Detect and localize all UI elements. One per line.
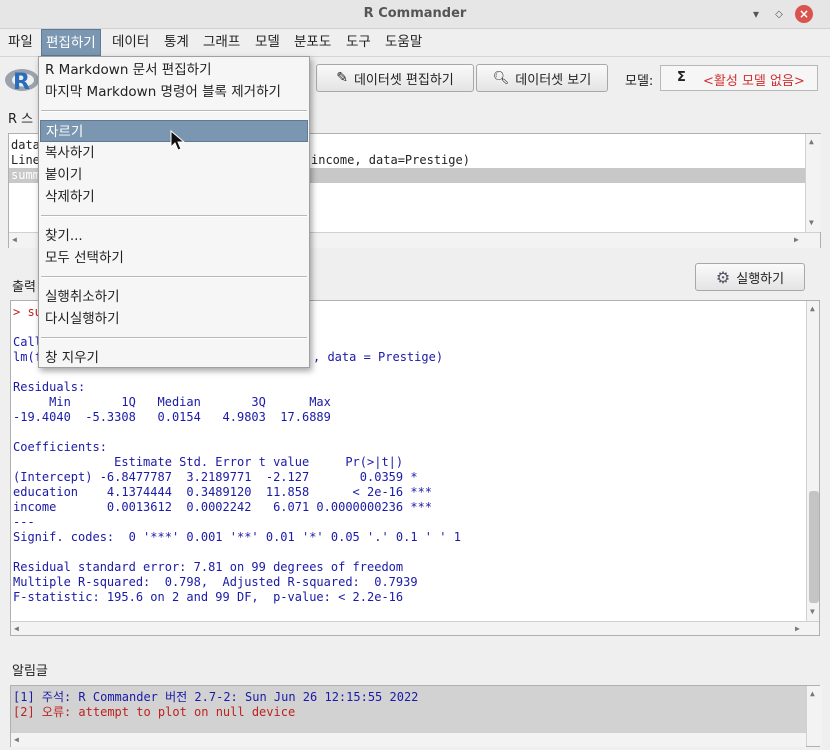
edit-dataset-label: 데이터셋 편집하기 — [353, 72, 454, 88]
menu-item-paste[interactable]: 붙이기 — [40, 164, 308, 186]
script-line-3: summ — [11, 168, 40, 182]
window-title: R Commander — [363, 6, 467, 21]
close-icon[interactable]: × — [795, 5, 813, 23]
scroll-right-icon[interactable]: ▶ — [795, 624, 800, 633]
menu-separator — [41, 110, 307, 112]
minimize-icon[interactable]: ▾ — [747, 5, 765, 23]
scroll-up-icon[interactable]: ▲ — [810, 689, 815, 698]
output-line: -19.4040 -5.3308 0.0154 4.9803 17.6889 — [13, 410, 339, 424]
output-line: Estimate Std. Error t value Pr(>|t|) — [13, 455, 433, 469]
menu-item-redo[interactable]: 다시실행하기 — [40, 308, 308, 330]
scroll-right-icon[interactable]: ▶ — [794, 235, 799, 244]
scroll-left-icon[interactable]: ◀ — [14, 735, 19, 744]
error-line: [2] 오류: attempt to plot on null device — [13, 705, 296, 719]
output-line: Coefficients: — [13, 440, 107, 454]
output-line: --- — [13, 515, 35, 529]
output-vertical-scrollbar[interactable]: ▲ ▼ — [806, 301, 819, 621]
scroll-up-icon[interactable]: ▲ — [810, 304, 815, 313]
output-scroll-thumb[interactable] — [809, 491, 819, 603]
menu-tools[interactable]: 도구 — [342, 29, 375, 56]
output-line: Min 1Q Median 3Q Max — [13, 395, 339, 409]
magnifier-icon: 🔍︎ — [492, 70, 510, 86]
mouse-cursor-icon — [170, 130, 186, 151]
menu-data[interactable]: 데이터 — [108, 29, 153, 56]
scroll-left-icon[interactable]: ◀ — [12, 235, 17, 244]
menu-item-clear-window[interactable]: 창 지우기 — [40, 347, 308, 369]
r-logo-icon: R — [5, 69, 39, 94]
script-line-2-tail: income, data=Prestige) — [311, 153, 470, 167]
view-dataset-label: 데이터셋 보기 — [515, 72, 592, 88]
output-call-tail: , data = Prestige) — [313, 350, 444, 364]
scroll-down-icon[interactable]: ▼ — [810, 607, 815, 616]
menu-file[interactable]: 파일 — [4, 29, 37, 56]
output-horizontal-scrollbar[interactable]: ◀ ▶ — [11, 621, 819, 635]
notices-horizontal-scrollbar[interactable]: ◀ — [11, 732, 806, 747]
output-line: (Intercept) -6.8477787 3.2189771 -2.127 … — [13, 470, 433, 484]
sigma-icon: Σ — [677, 70, 686, 85]
scroll-up-icon[interactable]: ▲ — [809, 137, 814, 146]
output-line: Multiple R-squared: 0.798, Adjusted R-sq… — [13, 575, 425, 589]
script-line-1: data — [11, 138, 40, 152]
notices-vertical-scrollbar[interactable]: ▲ — [806, 686, 822, 746]
menu-help[interactable]: 도움말 — [381, 29, 426, 56]
menu-statistics[interactable]: 통계 — [160, 29, 193, 56]
script-label: R 스 — [8, 112, 34, 127]
menu-bar: 파일 편집하기 데이터 통계 그래프 모델 분포도 도구 도움말 — [0, 29, 830, 57]
menu-models[interactable]: 모델 — [251, 29, 284, 56]
scroll-down-icon[interactable]: ▼ — [809, 218, 814, 227]
run-button-label: 실행하기 — [736, 271, 785, 287]
menu-separator — [41, 337, 307, 339]
view-dataset-button[interactable]: 🔍︎ 데이터셋 보기 — [476, 64, 608, 92]
active-model-value: <활성 모델 없음> — [703, 74, 805, 89]
menu-item-delete[interactable]: 삭제하기 — [40, 186, 308, 208]
menu-item-select-all[interactable]: 모두 선택하기 — [40, 247, 308, 269]
output-line: income 0.0013612 0.0002242 6.071 0.00000… — [13, 500, 433, 514]
title-bar: R Commander ▾ ◇ × — [0, 0, 830, 29]
menu-edit[interactable]: 편집하기 — [41, 29, 101, 56]
menu-graphs[interactable]: 그래프 — [199, 29, 244, 56]
script-vertical-scrollbar[interactable]: ▲ ▼ — [805, 134, 821, 232]
model-label: 모델: — [625, 74, 654, 89]
notices-pane[interactable]: [1] 주석: R Commander 버전 2.7-2: Sun Jun 26… — [10, 685, 822, 747]
menu-distributions[interactable]: 분포도 — [290, 29, 335, 56]
script-line-2: Line — [11, 153, 40, 167]
edit-menu-dropdown: R Markdown 문서 편집하기 마지막 Markdown 명령어 블록 제… — [38, 56, 310, 368]
run-button[interactable]: ⚙ 실행하기 — [695, 263, 805, 291]
output-line: Residual standard error: 7.81 on 99 degr… — [13, 560, 404, 574]
output-line: Residuals: — [13, 380, 86, 394]
edit-dataset-button[interactable]: ✎ 데이터셋 편집하기 — [316, 64, 474, 92]
active-model-field[interactable]: Σ <활성 모델 없음> — [660, 65, 818, 91]
svg-text:R: R — [13, 70, 30, 94]
menu-item-find[interactable]: 찾기... — [40, 225, 308, 247]
output-line: Signif. codes: 0 '***' 0.001 '**' 0.01 '… — [13, 530, 461, 544]
menu-item-edit-rmarkdown[interactable]: R Markdown 문서 편집하기 — [40, 59, 308, 81]
menu-separator — [41, 215, 307, 217]
gear-icon: ⚙ — [715, 267, 731, 287]
scroll-left-icon[interactable]: ◀ — [14, 624, 19, 633]
notices-label: 알림글 — [12, 664, 48, 679]
menu-separator — [41, 276, 307, 278]
menu-item-remove-markdown-block[interactable]: 마지막 Markdown 명령어 블록 제거하기 — [40, 81, 308, 103]
output-label: 출력 — [12, 280, 36, 295]
menu-item-undo[interactable]: 실행취소하기 — [40, 286, 308, 308]
maximize-icon[interactable]: ◇ — [770, 5, 788, 23]
pencil-icon: ✎ — [336, 70, 348, 86]
output-line: education 4.1374444 0.3489120 11.858 < 2… — [13, 485, 433, 499]
output-line: F-statistic: 195.6 on 2 and 99 DF, p-val… — [13, 590, 404, 604]
